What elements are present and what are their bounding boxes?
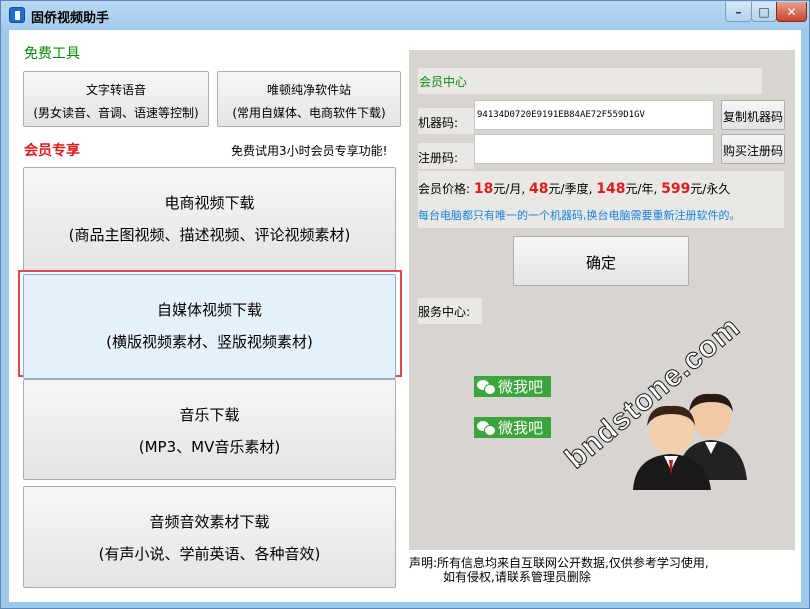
text-to-speech-button[interactable]: 文字转语音 (男女读音、音调、语速等控制) bbox=[23, 71, 209, 127]
price-row: 会员价格: 18元/月, 48元/季度, 148元/年, 599元/永久 bbox=[418, 180, 730, 197]
window-title: 固侨视频助手 bbox=[31, 11, 110, 26]
button-subtitle: (男女读音、音调、语速等控制) bbox=[33, 106, 199, 120]
price-year-value: 148 bbox=[596, 181, 626, 197]
disclaimer-line-1: 声明:所有信息均来自互联网公开数据,仅供参考学习使用, bbox=[409, 556, 709, 570]
disclaimer-line-2: 如有侵权,请联系管理员删除 bbox=[443, 570, 591, 584]
client-area: 免费工具 文字转语音 (男女读音、音调、语速等控制) 唯顿纯净软件站 (常用自媒… bbox=[9, 30, 801, 602]
buy-registration-code-button[interactable]: 购买注册码 bbox=[721, 134, 785, 164]
price-label: 会员价格: bbox=[418, 182, 471, 196]
machine-code-field[interactable]: 94134D0720E9191EB84AE72F559D1GV bbox=[474, 100, 714, 130]
button-subtitle: (横版视频素材、竖版视频素材) bbox=[106, 333, 313, 351]
confirm-button[interactable]: 确定 bbox=[513, 236, 689, 286]
price-forever-unit: 元/永久 bbox=[690, 182, 731, 196]
price-quarter-value: 48 bbox=[529, 181, 549, 197]
button-subtitle: (常用自媒体、电商软件下载) bbox=[232, 106, 386, 120]
wechat-label: 微我吧 bbox=[498, 419, 544, 437]
registration-code-label: 注册码: bbox=[418, 143, 474, 169]
close-button[interactable]: ✕ bbox=[776, 2, 807, 22]
app-logo-icon bbox=[9, 7, 25, 23]
machine-code-label: 机器码: bbox=[418, 108, 474, 134]
button-subtitle: (MP3、MV音乐素材) bbox=[138, 438, 281, 456]
price-forever-value: 599 bbox=[661, 181, 691, 197]
ecommerce-video-download-button[interactable]: 电商视频下载 (商品主图视频、描述视频、评论视频素材) bbox=[23, 167, 396, 272]
wechat-icon bbox=[476, 379, 496, 395]
app-window: 固侨视频助手 – □ ✕ 免费工具 文字转语音 (男女读音、音调、语速等控制) … bbox=[0, 0, 810, 609]
wechat-label: 微我吧 bbox=[498, 378, 544, 396]
copy-machine-code-button[interactable]: 复制机器码 bbox=[721, 100, 785, 130]
button-subtitle: (有声小说、学前英语、各种音效) bbox=[98, 545, 321, 563]
music-download-button[interactable]: 音乐下载 (MP3、MV音乐素材) bbox=[23, 379, 396, 480]
price-month-unit: 元/月, bbox=[493, 182, 526, 196]
title-bar[interactable]: 固侨视频助手 – □ ✕ bbox=[1, 1, 809, 29]
button-subtitle: (商品主图视频、描述视频、评论视频素材) bbox=[68, 226, 351, 244]
price-quarter-unit: 元/季度, bbox=[548, 182, 593, 196]
wechat-icon bbox=[476, 420, 496, 436]
wechat-contact-button-2[interactable]: 微我吧 bbox=[474, 417, 551, 438]
button-title: 唯顿纯净软件站 bbox=[266, 83, 351, 97]
price-box: 会员价格: 18元/月, 48元/季度, 148元/年, 599元/永久 每台电… bbox=[418, 171, 784, 228]
registration-code-input[interactable] bbox=[474, 134, 714, 164]
member-center-label: 会员中心 bbox=[418, 68, 762, 94]
trial-notice: 免费试用3小时会员专享功能! bbox=[231, 144, 388, 158]
software-site-button[interactable]: 唯顿纯净软件站 (常用自媒体、电商软件下载) bbox=[217, 71, 401, 127]
wechat-contact-button-1[interactable]: 微我吧 bbox=[474, 376, 551, 397]
audio-effects-download-button[interactable]: 音频音效素材下载 (有声小说、学前英语、各种音效) bbox=[23, 486, 396, 588]
button-title: 文字转语音 bbox=[85, 83, 146, 97]
button-title: 自媒体视频下载 bbox=[156, 301, 262, 319]
disclaimer: 声明:所有信息均来自互联网公开数据,仅供参考学习使用, 如有侵权,请联系管理员删… bbox=[409, 556, 709, 584]
button-title: 音乐下载 bbox=[179, 406, 240, 424]
member-panel: 会员中心 机器码: 94134D0720E9191EB84AE72F559D1G… bbox=[409, 50, 795, 550]
member-exclusive-title: 会员专享 bbox=[24, 143, 80, 159]
minimize-button[interactable]: – bbox=[725, 2, 752, 22]
button-title: 电商视频下载 bbox=[164, 194, 255, 212]
price-month-value: 18 bbox=[473, 181, 494, 197]
self-media-video-download-button[interactable]: 自媒体视频下载 (横版视频素材、竖版视频素材) bbox=[23, 274, 396, 379]
maximize-button[interactable]: □ bbox=[751, 2, 777, 22]
price-year-unit: 元/年, bbox=[625, 182, 658, 196]
service-center-label: 服务中心: bbox=[418, 298, 482, 324]
button-title: 音频音效素材下载 bbox=[149, 513, 270, 531]
machine-code-note: 每台电脑都只有唯一的一个机器码,换台电脑需要重新注册软件的。 bbox=[418, 209, 741, 222]
free-tools-title: 免费工具 bbox=[24, 46, 80, 62]
